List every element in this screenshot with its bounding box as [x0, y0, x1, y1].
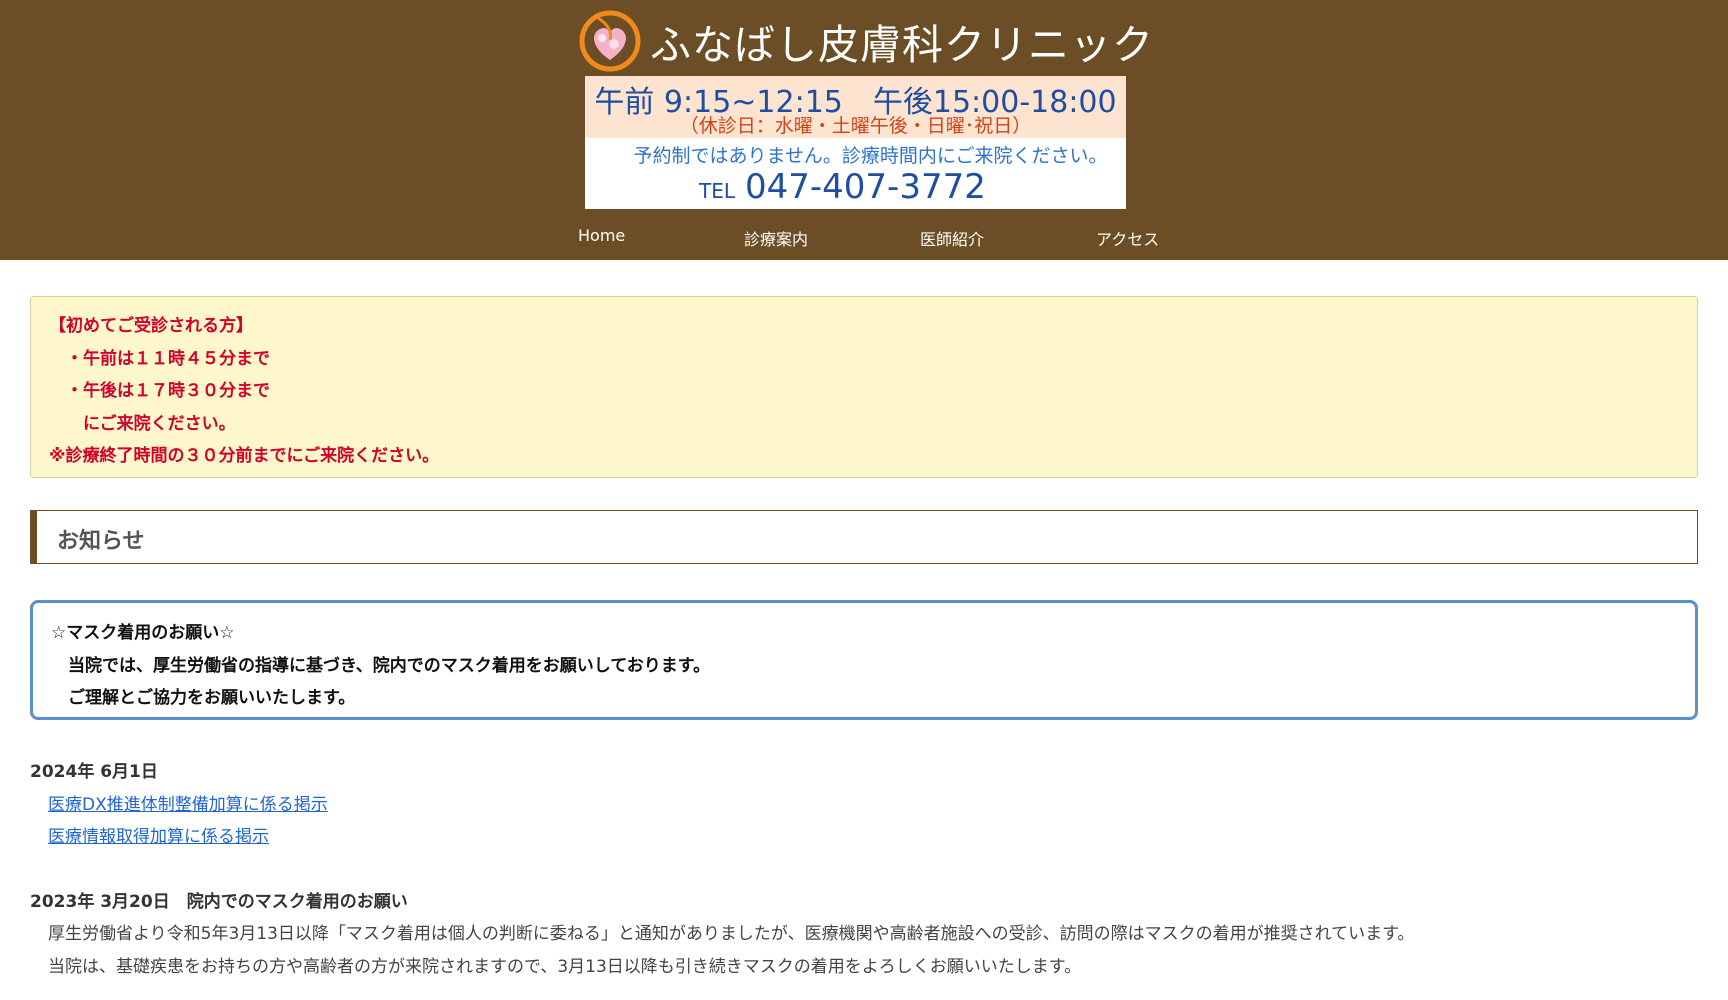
mask-line: ご理解とご協力をお願いいたします。: [51, 688, 356, 708]
news-date: 2024年 6月1日: [30, 762, 158, 782]
notice-line: ・午前は１１時４５分まで: [49, 348, 270, 369]
telephone[interactable]: TEL 047-407-3772: [699, 167, 986, 207]
nav-home[interactable]: Home: [578, 226, 625, 245]
nav-access[interactable]: アクセス: [1096, 226, 1159, 250]
notice-line: ※診療終了時間の３０分前までにご来院ください。: [49, 446, 440, 466]
site-header: ふなばし皮膚科クリニック 午前 9:15~12:15 午後15:00-18:00…: [0, 0, 1728, 260]
logo[interactable]: ふなばし皮膚科クリニック: [578, 10, 1154, 72]
first-visit-notice: 【初めてご受診される方】 ・午前は１１時４５分まで ・午後は１７時３０分まで に…: [30, 296, 1698, 478]
tel-label: TEL: [699, 179, 735, 203]
news-date: 2023年 3月20日 院内でのマスク着用のお願い: [30, 891, 408, 912]
news-list: 2024年 6月1日 医療DX推進体制整備加算に係る掲示 医療情報取得加算に係る…: [30, 756, 1698, 983]
notice-line: 【初めてご受診される方】: [49, 316, 253, 336]
nav-services[interactable]: 診療案内: [744, 226, 808, 250]
main-nav: Home 診療案内 医師紹介 アクセス: [0, 226, 1728, 254]
news-body-line: 厚生労働省より令和5年3月13日以降「マスク着用は個人の判断に委ねる」と通知があ…: [48, 924, 1415, 944]
news-item: 2024年 6月1日 医療DX推進体制整備加算に係る掲示 医療情報取得加算に係る…: [30, 756, 1698, 854]
no-appointment-note: 予約制ではありません。診療時間内にご来院ください。: [633, 145, 1108, 167]
mask-line: 当院では、厚生労働省の指導に基づき、院内でのマスク着用をお願いしております。: [51, 655, 711, 676]
heart-flower-logo-icon: [578, 10, 642, 72]
section-title: お知らせ: [57, 529, 145, 554]
notice-line: ・午後は１７時３０分まで: [49, 381, 270, 401]
nav-doctor[interactable]: 医師紹介: [920, 226, 984, 250]
mask-request-box: ☆マスク着用のお願い☆ 当院では、厚生労働省の指導に基づき、院内でのマスク着用を…: [30, 600, 1698, 720]
news-item: 2023年 3月20日 院内でのマスク着用のお願い 厚生労働省より令和5年3月1…: [30, 886, 1698, 984]
clinic-hours-banner: 午前 9:15~12:15 午後15:00-18:00 （休診日：水曜・土曜午後…: [585, 76, 1126, 209]
mask-line: ☆マスク着用のお願い☆: [51, 623, 235, 643]
closed-days: （休診日：水曜・土曜午後・日曜･祝日）: [679, 115, 1032, 137]
news-link-medical-info[interactable]: 医療情報取得加算に係る掲示: [48, 821, 1698, 854]
tel-number: 047-407-3772: [745, 167, 986, 207]
news-section-header: お知らせ: [30, 510, 1698, 564]
news-link-dx[interactable]: 医療DX推進体制整備加算に係る掲示: [48, 789, 1698, 822]
news-body-line: 当院は、基礎疾患をお持ちの方や高齢者の方が来院されますので、3月13日以降も引き…: [48, 956, 1082, 977]
clinic-title: ふなばし皮膚科クリニック: [650, 21, 1154, 69]
notice-line: にご来院ください。: [49, 413, 236, 434]
